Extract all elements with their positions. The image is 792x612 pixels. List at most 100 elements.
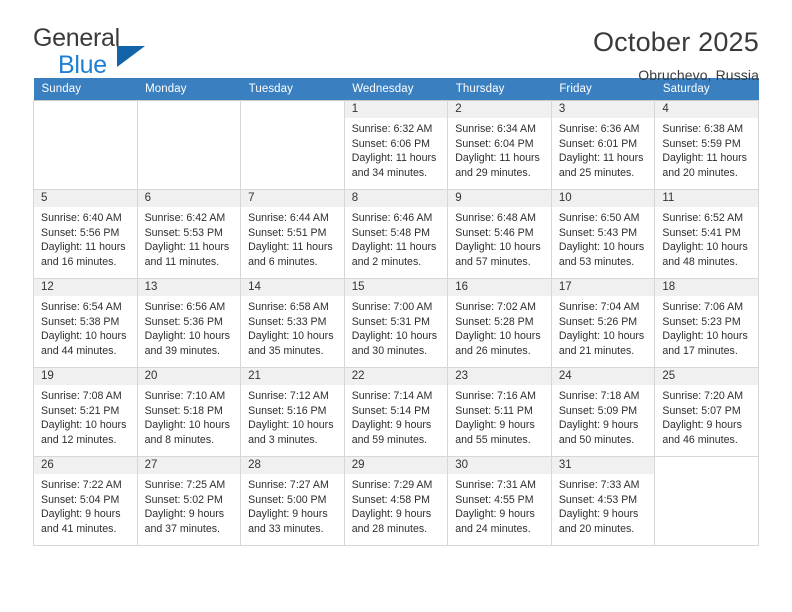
sunset-text: Sunset: 5:38 PM: [41, 315, 120, 328]
daylight-text-line2: and 6 minutes.: [248, 255, 318, 268]
daylight-text-line1: Daylight: 10 hours: [455, 241, 541, 254]
sunset-text: Sunset: 5:16 PM: [248, 404, 327, 417]
day-number: 11: [655, 190, 758, 207]
calendar-page: General Blue October 2025 Obruchevo, Rus…: [0, 0, 792, 612]
calendar-day-cell[interactable]: 21 Sunrise: 7:12 AM Sunset: 5:16 PM Dayligh…: [240, 367, 345, 457]
calendar-day-cell[interactable]: 31 Sunrise: 7:33 AM Sunset: 4:53 PM Dayligh…: [550, 456, 656, 546]
daylight-text-line2: and 50 minutes.: [558, 433, 635, 446]
calendar-day-cell[interactable]: 10 Sunrise: 6:50 AM Sunset: 5:43 PM Dayligh…: [550, 189, 656, 279]
day-details: Sunrise: 7:16 AM Sunset: 5:11 PM Daylight:…: [448, 385, 551, 447]
calendar-day-cell[interactable]: 2 Sunrise: 6:34 AM Sunset: 6:04 PM Daylight…: [447, 100, 552, 190]
daylight-text-line1: Daylight: 10 hours: [351, 330, 438, 343]
calendar-cell-empty: [136, 100, 242, 190]
daylight-text-line2: and 28 minutes.: [351, 522, 428, 535]
day-details: Sunrise: 7:27 AM Sunset: 5:00 PM Daylight:…: [241, 474, 344, 536]
calendar-day-cell[interactable]: 7 Sunrise: 6:44 AM Sunset: 5:51 PM Daylight…: [240, 189, 345, 279]
weekday-header-wednesday: Wednesday: [344, 78, 448, 101]
day-details: Sunrise: 7:25 AM Sunset: 5:02 PM Daylight:…: [138, 474, 241, 536]
page-header: General Blue October 2025 Obruchevo, Rus…: [33, 0, 759, 83]
sunset-text: Sunset: 5:41 PM: [662, 226, 741, 239]
calendar-day-cell[interactable]: 15 Sunrise: 7:00 AM Sunset: 5:31 PM Dayligh…: [343, 278, 449, 368]
calendar-day-cell[interactable]: 19 Sunrise: 7:08 AM Sunset: 5:21 PM Dayligh…: [33, 367, 138, 457]
calendar-day-cell[interactable]: 3 Sunrise: 6:36 AM Sunset: 6:01 PM Daylight…: [550, 100, 656, 190]
sunrise-text: Sunrise: 6:40 AM: [41, 212, 122, 224]
day-number: 18: [655, 279, 758, 296]
sunrise-text: Sunrise: 7:00 AM: [351, 301, 433, 313]
day-number: 19: [34, 368, 137, 385]
calendar-day-cell[interactable]: 8 Sunrise: 6:46 AM Sunset: 5:48 PM Daylight…: [343, 189, 449, 279]
day-number: 10: [551, 190, 655, 207]
general-blue-logo[interactable]: General Blue: [33, 26, 148, 82]
day-details: Sunrise: 6:42 AM Sunset: 5:53 PM Daylight:…: [138, 207, 241, 269]
day-details: Sunrise: 6:38 AM Sunset: 5:59 PM Daylight:…: [655, 118, 758, 180]
day-details: Sunrise: 7:29 AM Sunset: 4:58 PM Daylight:…: [345, 474, 448, 536]
day-details: Sunrise: 7:22 AM Sunset: 5:04 PM Daylight:…: [34, 474, 137, 536]
calendar-day-cell[interactable]: 14 Sunrise: 6:58 AM Sunset: 5:33 PM Dayligh…: [240, 278, 345, 368]
daylight-text-line2: and 46 minutes.: [662, 433, 738, 446]
calendar-day-cell[interactable]: 23 Sunrise: 7:16 AM Sunset: 5:11 PM Dayligh…: [447, 367, 552, 457]
sunrise-text: Sunrise: 7:22 AM: [41, 479, 122, 491]
sunset-text: Sunset: 5:48 PM: [351, 226, 431, 239]
daylight-text-line1: Daylight: 9 hours: [455, 419, 535, 432]
day-number: 12: [34, 279, 137, 296]
calendar-day-cell[interactable]: 17 Sunrise: 7:04 AM Sunset: 5:26 PM Dayligh…: [550, 278, 656, 368]
sunset-text: Sunset: 5:07 PM: [662, 404, 741, 417]
calendar-day-cell[interactable]: 30 Sunrise: 7:31 AM Sunset: 4:55 PM Dayligh…: [447, 456, 552, 546]
day-details: Sunrise: 6:58 AM Sunset: 5:33 PM Daylight:…: [241, 296, 344, 358]
sunrise-text: Sunrise: 7:20 AM: [662, 390, 744, 402]
sunrise-text: Sunrise: 7:10 AM: [144, 390, 226, 402]
calendar-day-cell[interactable]: 18 Sunrise: 7:06 AM Sunset: 5:23 PM Dayligh…: [654, 278, 759, 368]
calendar-day-cell[interactable]: 5 Sunrise: 6:40 AM Sunset: 5:56 PM Daylight…: [33, 189, 138, 279]
daylight-text-line2: and 11 minutes.: [144, 255, 220, 268]
calendar-day-cell[interactable]: 6 Sunrise: 6:42 AM Sunset: 5:53 PM Daylight…: [136, 189, 242, 279]
sunset-text: Sunset: 5:21 PM: [41, 404, 120, 417]
day-details: Sunrise: 6:34 AM Sunset: 6:04 PM Daylight:…: [448, 118, 551, 180]
calendar-day-cell[interactable]: 4 Sunrise: 6:38 AM Sunset: 5:59 PM Daylight…: [654, 100, 759, 190]
weekday-header-monday: Monday: [137, 78, 241, 101]
daylight-text-line1: Daylight: 11 hours: [248, 241, 333, 254]
calendar-day-cell[interactable]: 25 Sunrise: 7:20 AM Sunset: 5:07 PM Dayligh…: [654, 367, 759, 457]
sunrise-text: Sunrise: 7:33 AM: [558, 479, 640, 491]
sunset-text: Sunset: 5:46 PM: [455, 226, 534, 239]
calendar-day-cell[interactable]: 9 Sunrise: 6:48 AM Sunset: 5:46 PM Daylight…: [447, 189, 552, 279]
daylight-text-line1: Daylight: 10 hours: [248, 419, 334, 432]
day-details: Sunrise: 7:31 AM Sunset: 4:55 PM Daylight:…: [448, 474, 551, 536]
daylight-text-line2: and 33 minutes.: [248, 522, 324, 535]
day-details: Sunrise: 7:20 AM Sunset: 5:07 PM Daylight:…: [655, 385, 758, 447]
calendar-cell-empty: [33, 100, 138, 190]
day-number: 13: [137, 279, 241, 296]
daylight-text-line2: and 39 minutes.: [144, 344, 220, 357]
calendar-day-cell[interactable]: 29 Sunrise: 7:29 AM Sunset: 4:58 PM Dayligh…: [343, 456, 449, 546]
day-number: 28: [241, 457, 344, 474]
day-number: 1: [344, 101, 448, 118]
daylight-text-line2: and 20 minutes.: [662, 166, 738, 179]
sunset-text: Sunset: 5:28 PM: [455, 315, 534, 328]
daylight-text-line1: Daylight: 11 hours: [351, 241, 437, 254]
calendar-day-cell[interactable]: 22 Sunrise: 7:14 AM Sunset: 5:14 PM Dayligh…: [343, 367, 449, 457]
day-details: Sunrise: 7:10 AM Sunset: 5:18 PM Daylight:…: [138, 385, 241, 447]
calendar-day-cell[interactable]: 16 Sunrise: 7:02 AM Sunset: 5:28 PM Dayligh…: [447, 278, 552, 368]
calendar-day-cell[interactable]: 26 Sunrise: 7:22 AM Sunset: 5:04 PM Dayligh…: [33, 456, 138, 546]
calendar-day-cell[interactable]: 13 Sunrise: 6:56 AM Sunset: 5:36 PM Dayligh…: [136, 278, 242, 368]
daylight-text-line1: Daylight: 11 hours: [144, 241, 230, 254]
day-details: Sunrise: 6:44 AM Sunset: 5:51 PM Daylight:…: [241, 207, 344, 269]
calendar-day-cell[interactable]: 24 Sunrise: 7:18 AM Sunset: 5:09 PM Dayligh…: [550, 367, 656, 457]
daylight-text-line1: Daylight: 9 hours: [351, 419, 432, 432]
calendar-day-cell[interactable]: 11 Sunrise: 6:52 AM Sunset: 5:41 PM Dayligh…: [654, 189, 759, 279]
day-number: 23: [448, 368, 551, 385]
sunrise-text: Sunrise: 7:04 AM: [558, 301, 640, 313]
day-details: Sunrise: 7:08 AM Sunset: 5:21 PM Daylight:…: [34, 385, 137, 447]
calendar-day-cell[interactable]: 27 Sunrise: 7:25 AM Sunset: 5:02 PM Dayligh…: [136, 456, 242, 546]
daylight-text-line2: and 2 minutes.: [351, 255, 422, 268]
calendar-day-cell[interactable]: 28 Sunrise: 7:27 AM Sunset: 5:00 PM Dayligh…: [240, 456, 345, 546]
day-number: 20: [137, 368, 241, 385]
calendar-day-cell[interactable]: 1 Sunrise: 6:32 AM Sunset: 6:06 PM Daylight…: [343, 100, 449, 190]
sunrise-text: Sunrise: 7:02 AM: [455, 301, 536, 313]
daylight-text-line2: and 53 minutes.: [558, 255, 635, 268]
daylight-text-line2: and 17 minutes.: [662, 344, 738, 357]
calendar-day-cell[interactable]: 12 Sunrise: 6:54 AM Sunset: 5:38 PM Dayligh…: [33, 278, 138, 368]
day-details: Sunrise: 6:48 AM Sunset: 5:46 PM Daylight:…: [448, 207, 551, 269]
page-title: October 2025: [592, 27, 759, 57]
calendar-day-cell[interactable]: 20 Sunrise: 7:10 AM Sunset: 5:18 PM Dayligh…: [136, 367, 242, 457]
sunrise-text: Sunrise: 7:31 AM: [455, 479, 536, 491]
